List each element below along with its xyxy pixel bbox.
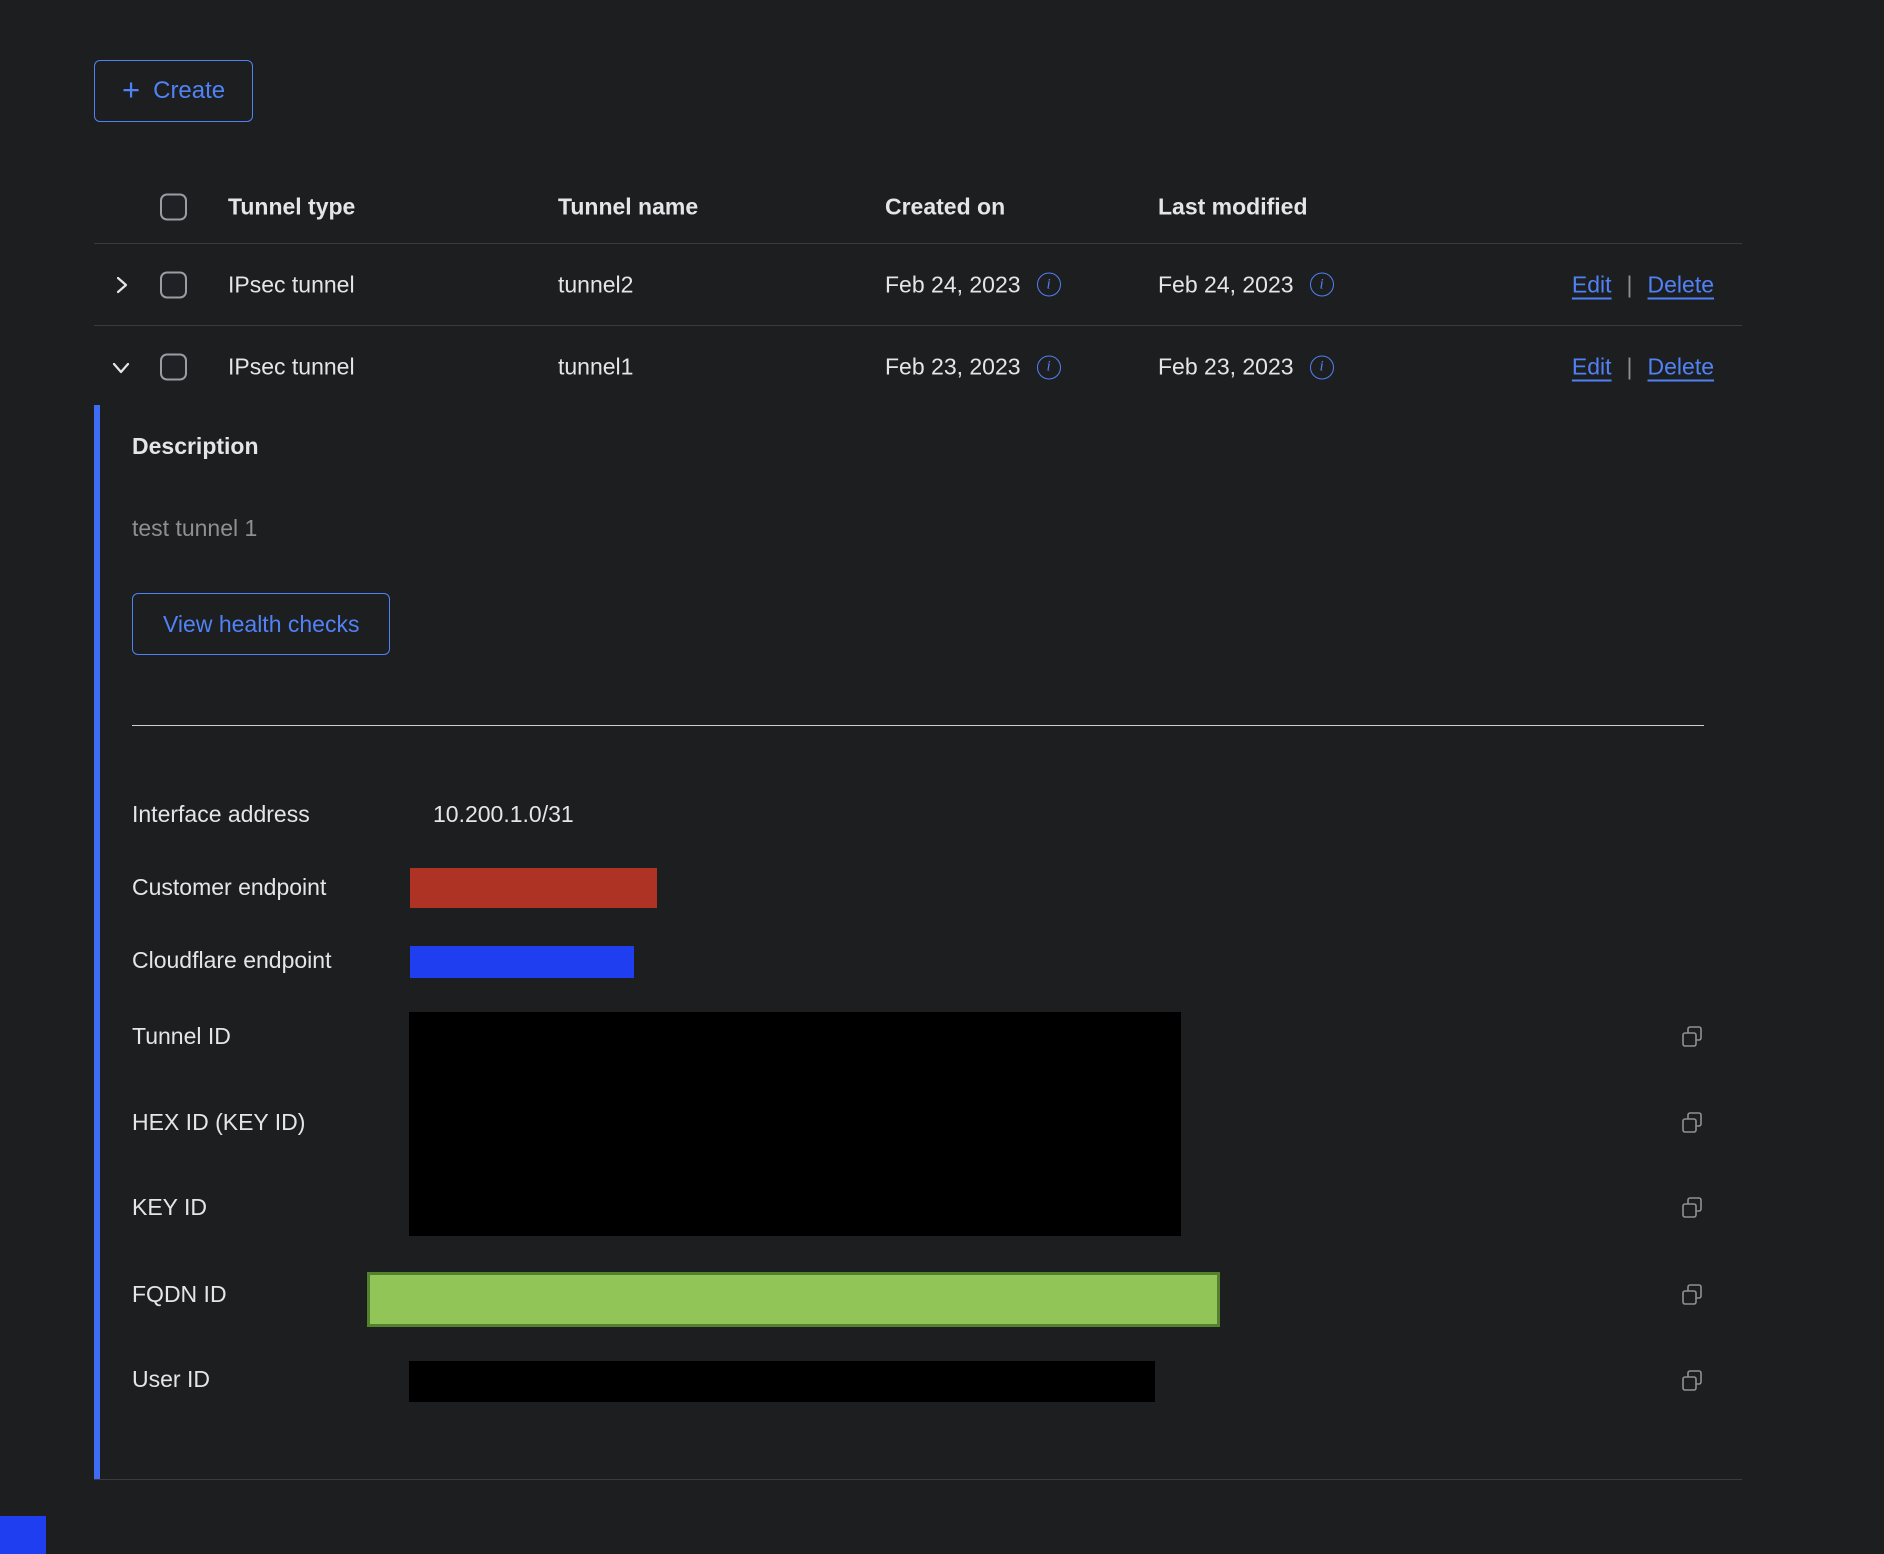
column-header-tunnel-name: Tunnel name — [558, 193, 698, 220]
copy-key-id-icon[interactable] — [1679, 1195, 1705, 1221]
select-all-checkbox[interactable] — [160, 193, 187, 220]
copy-fqdn-id-icon[interactable] — [1679, 1282, 1705, 1308]
tunnel-name-cell: tunnel2 — [558, 271, 633, 298]
row-checkbox[interactable] — [160, 354, 187, 381]
copy-hex-id-icon[interactable] — [1679, 1110, 1705, 1136]
delete-link[interactable]: Delete — [1648, 271, 1714, 298]
description-text: test tunnel 1 — [132, 515, 257, 542]
redacted-fqdn-id — [367, 1272, 1220, 1327]
column-header-tunnel-type: Tunnel type — [228, 193, 355, 220]
row-expander[interactable] — [104, 268, 138, 302]
created-on-cell: Feb 24, 2023 — [885, 271, 1021, 298]
column-header-last-modified: Last modified — [1158, 193, 1308, 220]
tunnel-detail-panel: Description test tunnel 1 View health ch… — [94, 405, 1742, 1480]
redacted-tunnel-hex-key-ids — [409, 1012, 1181, 1236]
field-label-interface-address: Interface address — [132, 801, 310, 828]
field-label-cloudflare-endpoint: Cloudflare endpoint — [132, 947, 331, 974]
info-icon[interactable]: i — [1037, 273, 1061, 297]
row-checkbox[interactable] — [160, 271, 187, 298]
created-on-cell: Feb 23, 2023 — [885, 354, 1021, 381]
field-label-hex-id: HEX ID (KEY ID) — [132, 1109, 305, 1136]
action-separator: | — [1627, 354, 1633, 381]
edit-link[interactable]: Edit — [1572, 271, 1612, 298]
description-heading: Description — [132, 433, 259, 460]
redacted-customer-endpoint — [410, 868, 657, 908]
field-label-customer-endpoint: Customer endpoint — [132, 874, 326, 901]
redacted-cloudflare-endpoint — [410, 946, 634, 978]
plus-icon: + — [122, 74, 140, 105]
create-button[interactable]: + Create — [94, 60, 253, 122]
info-icon[interactable]: i — [1037, 355, 1061, 379]
field-label-user-id: User ID — [132, 1366, 210, 1393]
column-header-created-on: Created on — [885, 193, 1005, 220]
footer-accent-square — [0, 1516, 46, 1554]
tunnels-table: Tunnel type Tunnel name Created on Last … — [94, 170, 1742, 408]
table-header-row: Tunnel type Tunnel name Created on Last … — [94, 170, 1742, 244]
tunnels-page: + Create Tunnel type Tunnel name Created… — [0, 0, 1884, 1554]
row-expander[interactable] — [104, 350, 138, 384]
copy-user-id-icon[interactable] — [1679, 1368, 1705, 1394]
field-label-fqdn-id: FQDN ID — [132, 1281, 227, 1308]
action-separator: | — [1627, 271, 1633, 298]
chevron-right-icon — [110, 274, 132, 296]
last-modified-cell: Feb 23, 2023 — [1158, 354, 1294, 381]
table-row: IPsec tunnel tunnel2 Feb 24, 2023 i Feb … — [94, 244, 1742, 326]
field-label-key-id: KEY ID — [132, 1194, 207, 1221]
info-icon[interactable]: i — [1310, 273, 1334, 297]
last-modified-cell: Feb 24, 2023 — [1158, 271, 1294, 298]
tunnel-type-cell: IPsec tunnel — [228, 354, 355, 381]
chevron-down-icon — [110, 356, 132, 378]
table-row: IPsec tunnel tunnel1 Feb 23, 2023 i Feb … — [94, 326, 1742, 408]
copy-tunnel-id-icon[interactable] — [1679, 1024, 1705, 1050]
edit-link[interactable]: Edit — [1572, 354, 1612, 381]
create-button-label: Create — [153, 77, 225, 105]
field-label-tunnel-id: Tunnel ID — [132, 1023, 231, 1050]
redacted-user-id — [409, 1361, 1155, 1402]
tunnel-name-cell: tunnel1 — [558, 354, 633, 381]
detail-divider — [132, 725, 1704, 726]
tunnel-type-cell: IPsec tunnel — [228, 271, 355, 298]
view-health-checks-button[interactable]: View health checks — [132, 593, 390, 655]
interface-address-value: 10.200.1.0/31 — [433, 801, 574, 828]
delete-link[interactable]: Delete — [1648, 354, 1714, 381]
info-icon[interactable]: i — [1310, 355, 1334, 379]
